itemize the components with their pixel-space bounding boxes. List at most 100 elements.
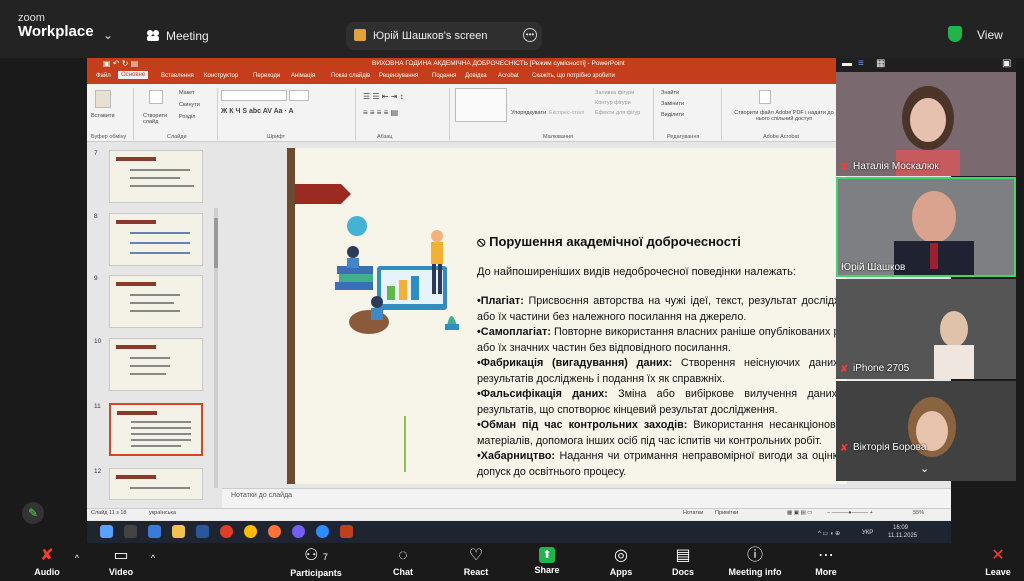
search-icon[interactable] xyxy=(124,525,137,538)
select-button[interactable]: Виділити xyxy=(661,112,684,118)
scrollbar-thumb[interactable] xyxy=(214,218,218,268)
font-size-combo[interactable] xyxy=(289,90,309,101)
zoom-app-icon[interactable] xyxy=(316,525,329,538)
font-name-combo[interactable] xyxy=(221,90,287,101)
shape-outline-button[interactable]: Контур фігури xyxy=(595,100,631,106)
speaker-view-icon[interactable]: ≡ xyxy=(858,58,864,69)
section-button[interactable]: Розділ xyxy=(179,114,195,120)
quick-access-toolbar[interactable]: ▣ ↶ ↻ ▤ xyxy=(103,59,138,68)
clock-time[interactable]: 16:09 xyxy=(893,525,908,531)
minimize-icon[interactable]: ▬ xyxy=(842,58,852,69)
shape-fill-button[interactable]: Заливка фігури xyxy=(595,90,634,96)
meeting-label[interactable]: Meeting xyxy=(166,29,209,43)
thumb-number: 7 xyxy=(94,150,98,157)
new-slide-icon[interactable] xyxy=(149,90,163,104)
current-slide[interactable]: ⦸ Порушення академічної доброчесності До… xyxy=(287,148,847,484)
item-term: •Самоплагіат: xyxy=(477,326,551,338)
find-button[interactable]: Знайти xyxy=(661,90,679,96)
tab-home[interactable]: Основне xyxy=(118,71,149,79)
system-tray-icons[interactable]: ^ ▭ ◖ ⊕ xyxy=(818,530,840,537)
notes-toggle[interactable]: Нотатки xyxy=(683,510,703,516)
clock-date[interactable]: 11.11.2025 xyxy=(888,533,917,539)
video-button[interactable]: ▭ Video xyxy=(102,547,140,577)
participants-button[interactable]: ⚇ 7 Participants xyxy=(286,547,346,578)
thumb-number: 12 xyxy=(94,468,102,475)
list-item: •Фабрикація (вигадування) даних: Створен… xyxy=(477,356,847,387)
react-button[interactable]: ♡ React xyxy=(456,547,496,577)
layout-button[interactable]: Макет xyxy=(179,90,195,96)
tell-me-search[interactable]: Скажіть, що потрібно зробити xyxy=(532,73,615,79)
tab-file[interactable]: Файл xyxy=(96,73,111,79)
chevron-down-icon[interactable]: ⌄ xyxy=(920,462,929,475)
slide-thumbnail[interactable] xyxy=(109,150,203,203)
tab-slideshow[interactable]: Показ слайдів xyxy=(331,73,370,79)
thumb-number: 8 xyxy=(94,213,98,220)
word-icon[interactable] xyxy=(196,525,209,538)
slide-thumbnail[interactable] xyxy=(109,468,203,500)
paste-button[interactable]: Вставити xyxy=(91,113,115,119)
powerpoint-icon[interactable] xyxy=(340,525,353,538)
side-by-side-icon[interactable]: ▣ xyxy=(1002,58,1011,69)
slide-thumbnail-selected[interactable] xyxy=(109,403,203,456)
firefox-icon[interactable] xyxy=(268,525,281,538)
create-pdf-button[interactable]: Створити файл Adobe PDF і надати до ньог… xyxy=(729,110,839,122)
annotate-pen-icon[interactable]: ✎ xyxy=(22,502,44,524)
zoom-slider[interactable]: − ———●——— + xyxy=(827,510,873,516)
keyboard-language[interactable]: УКР xyxy=(862,530,873,536)
tab-design[interactable]: Конструктор xyxy=(204,73,238,79)
tab-insert[interactable]: Вставлення xyxy=(161,73,194,79)
quick-styles-button[interactable]: Експрес-стилі xyxy=(549,110,584,116)
tab-help[interactable]: Довідка xyxy=(465,73,487,79)
more-button[interactable]: ⋯ More xyxy=(806,547,846,577)
meeting-info-button[interactable]: ⓘ Meeting info xyxy=(716,547,794,577)
chrome-icon[interactable] xyxy=(244,525,257,538)
group-paragraph-label: Абзац xyxy=(377,134,393,140)
pdf-icon[interactable] xyxy=(759,90,771,104)
ribbon-divider xyxy=(217,88,218,140)
edge-icon[interactable] xyxy=(148,525,161,538)
audio-button[interactable]: ✘ Audio xyxy=(28,547,66,577)
new-slide-button[interactable]: Створити слайд xyxy=(143,113,173,125)
shape-effects-button[interactable]: Ефекти для фігур xyxy=(595,110,640,116)
chevron-down-icon[interactable]: ⌄ xyxy=(103,28,113,42)
docs-button[interactable]: ▤ Docs xyxy=(666,547,700,577)
video-options-chevron-icon[interactable]: ^ xyxy=(146,553,160,563)
react-label: React xyxy=(463,567,489,577)
notes-pane[interactable] xyxy=(222,488,951,508)
zoom-level[interactable]: 55% xyxy=(913,510,924,516)
reset-button[interactable]: Скинути xyxy=(179,102,200,108)
tab-animations[interactable]: Анімація xyxy=(291,73,315,79)
slide-thumbnail[interactable] xyxy=(109,338,203,391)
viber-icon[interactable] xyxy=(292,525,305,538)
grid-view-icon[interactable]: ▦ xyxy=(876,58,885,69)
tab-review[interactable]: Рецензування xyxy=(379,73,418,79)
opera-icon[interactable] xyxy=(220,525,233,538)
more-options-icon[interactable]: ••• xyxy=(523,28,537,42)
explorer-icon[interactable] xyxy=(172,525,185,538)
replace-button[interactable]: Замінити xyxy=(661,101,684,107)
tab-transitions[interactable]: Переходи xyxy=(253,73,280,79)
comments-toggle[interactable]: Примітки xyxy=(715,510,738,516)
paste-icon[interactable] xyxy=(95,90,111,108)
slide-thumbnail[interactable] xyxy=(109,275,203,328)
font-format-buttons[interactable]: Ж К Ч S abc AV Aa · A xyxy=(221,108,294,115)
view-buttons[interactable]: ▦ ▣ ▤ ▭ xyxy=(787,510,812,516)
security-shield-icon[interactable] xyxy=(948,26,962,42)
participant-name: iPhone 2705 xyxy=(853,363,910,374)
language-status[interactable]: українська xyxy=(149,510,176,516)
audio-options-chevron-icon[interactable]: ^ xyxy=(70,553,84,563)
tab-view[interactable]: Подання xyxy=(432,73,456,79)
shapes-gallery[interactable] xyxy=(455,88,507,122)
start-icon[interactable] xyxy=(100,525,113,538)
list-buttons[interactable]: ☰ ☰ ⇤ ⇥ ↕ xyxy=(363,92,404,101)
chat-button[interactable]: ◌ Chat xyxy=(388,547,418,577)
view-button[interactable]: View xyxy=(977,28,1003,42)
leave-button[interactable]: ✕ Leave xyxy=(978,547,1018,577)
arrange-button[interactable]: Упорядкувати xyxy=(511,110,546,116)
align-buttons[interactable]: ≡ ≡ ≡ ≡ ▤ xyxy=(363,108,398,117)
slide-thumbnail[interactable] xyxy=(109,213,203,266)
leave-icon: ✕ xyxy=(991,547,1005,564)
share-button[interactable]: ⬆ Share xyxy=(530,547,564,575)
tab-acrobat[interactable]: Acrobat xyxy=(498,73,519,79)
apps-button[interactable]: ◎ Apps xyxy=(604,547,638,577)
